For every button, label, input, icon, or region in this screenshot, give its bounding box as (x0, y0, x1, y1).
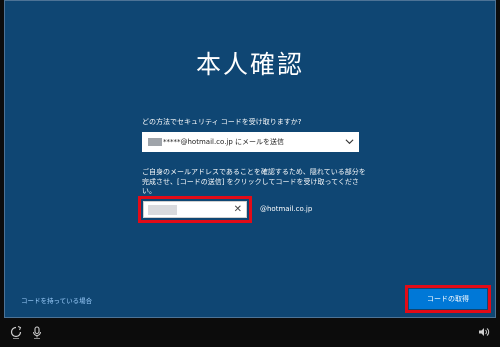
microphone-icon[interactable] (31, 323, 43, 339)
send-button-highlight: コードの取得 (405, 285, 491, 313)
masked-address-block (148, 138, 162, 146)
page-title: 本人確認 (195, 50, 304, 79)
taskbar-indicator (13, 338, 19, 339)
dropdown-selected-text: *****@hotmail.co.jp にメールを送信 (163, 138, 285, 146)
ease-of-access-icon[interactable] (10, 323, 22, 339)
volume-icon[interactable] (478, 323, 490, 336)
instruction-text: ご自身のメールアドレスであることを確認するため、隠れている部分を完成させ、[コー… (142, 168, 366, 195)
delivery-question-label: どの方法でセキュリティ コードを受け取りますか? (142, 118, 302, 126)
chevron-down-icon (345, 139, 354, 145)
taskbar-indicator (34, 338, 40, 339)
get-code-button[interactable]: コードの取得 (409, 289, 487, 309)
have-code-link[interactable]: コードを持っている場合 (21, 295, 92, 305)
email-highlight-box: ✕ (138, 196, 252, 223)
email-local-part-input[interactable]: ✕ (143, 201, 247, 218)
email-domain-label: @hotmail.co.jp (260, 205, 313, 213)
verify-identity-screen: 本人確認 どの方法でセキュリティ コードを受け取りますか? *****@hotm… (4, 0, 496, 318)
clear-input-icon[interactable]: ✕ (234, 203, 242, 217)
obscured-input-value (148, 205, 177, 215)
delivery-method-dropdown[interactable]: *****@hotmail.co.jp にメールを送信 (142, 132, 359, 152)
